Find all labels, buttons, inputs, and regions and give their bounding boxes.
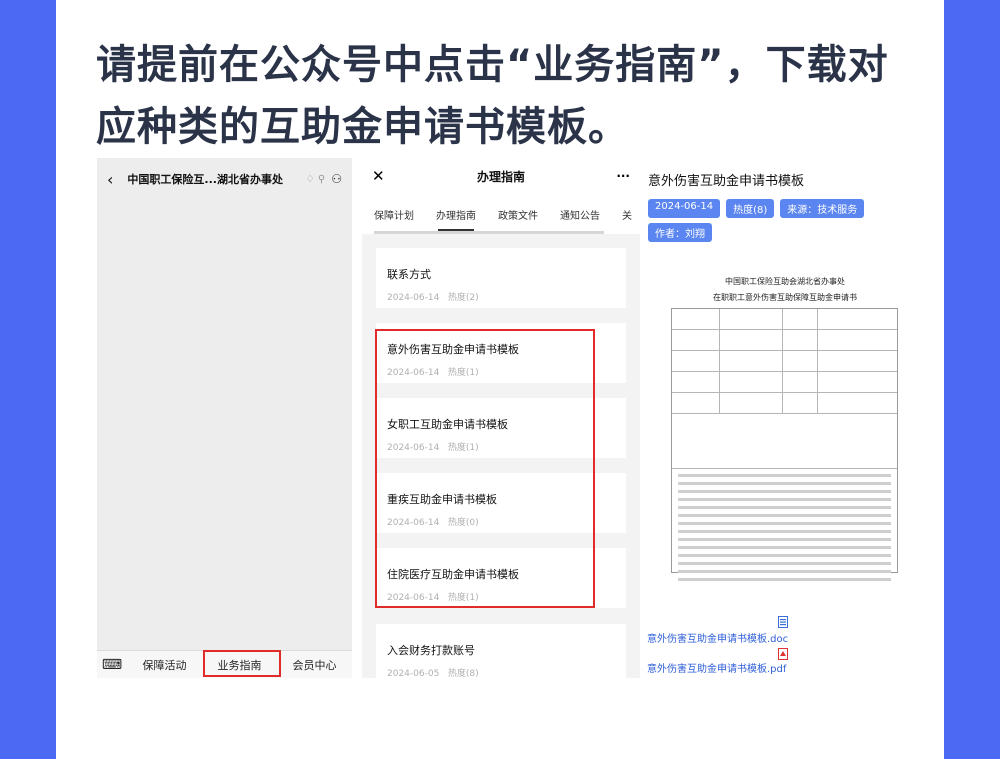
article-title: 意外伤害互助金申请书模板: [648, 174, 805, 189]
list-item[interactable]: 女职工互助金申请书模板 2024-06-14 热度(1): [376, 398, 626, 458]
menu-item-activities[interactable]: 保障活动: [127, 657, 202, 673]
list-item[interactable]: 住院医疗互助金申请书模板 2024-06-14 热度(1): [376, 548, 626, 608]
item-title: 住院医疗互助金申请书模板: [387, 568, 519, 581]
author-tag: 作者：刘翔: [648, 223, 712, 242]
date-tag: 2024-06-14: [648, 199, 721, 218]
item-heat: 热度(1): [447, 443, 479, 453]
list-item[interactable]: 意外伤害互助金申请书模板 2024-06-14 热度(1): [376, 323, 626, 383]
tab-policy[interactable]: 政策文件: [498, 207, 538, 222]
list-item[interactable]: 入会财务打款账号 2024-06-05 热度(8): [376, 624, 626, 678]
form-organization: 中国职工保险互助会湖北省办事处: [725, 277, 845, 286]
tab-guide[interactable]: 办理指南: [436, 207, 476, 231]
doc-download-link[interactable]: 意外伤害互助金申请书模板.doc: [647, 630, 788, 645]
tab-notice[interactable]: 通知公告: [560, 207, 600, 222]
item-heat: 热度(8): [447, 669, 479, 678]
tab-scrollbar[interactable]: [374, 231, 604, 234]
item-title: 联系方式: [387, 268, 431, 281]
item-date: 2024-06-14: [387, 368, 440, 378]
item-date: 2024-06-14: [387, 293, 440, 303]
guide-header: ✕ 办理指南 ···: [362, 158, 640, 194]
template-article: 意外伤害互助金申请书模板 2024-06-14 热度(8) 来源：技术服务 作者…: [640, 158, 910, 678]
profile-icon[interactable]: ⚇: [331, 172, 342, 186]
menu-item-guide[interactable]: 业务指南: [202, 657, 277, 673]
tab-more[interactable]: 关: [622, 207, 632, 222]
pdf-download-link[interactable]: 意外伤害互助金申请书模板.pdf: [647, 660, 786, 675]
pdf-file-icon: [778, 648, 788, 660]
more-icon[interactable]: ···: [600, 169, 630, 183]
item-heat: 热度(2): [447, 293, 479, 303]
official-account-screen: ‹ 中国职工保险互...湖北省办事处 ♢ ⚲ ⚇ ⌨ 保障活动 业务指南 会员中…: [97, 158, 352, 678]
item-title: 女职工互助金申请书模板: [387, 418, 508, 431]
item-heat: 热度(1): [447, 368, 479, 378]
menu-item-member[interactable]: 会员中心: [277, 657, 352, 673]
item-heat: 热度(0): [447, 518, 479, 528]
list-item[interactable]: 重疾互助金申请书模板 2024-06-14 热度(0): [376, 473, 626, 533]
item-date: 2024-06-14: [387, 518, 440, 528]
application-form-preview: [671, 308, 898, 581]
item-date: 2024-06-05: [387, 669, 440, 678]
mute-icon: ♢ ⚲: [305, 173, 326, 185]
keyboard-icon[interactable]: ⌨: [97, 657, 127, 673]
guide-list-screen: ✕ 办理指南 ··· 保障计划 办理指南 政策文件 通知公告 关 联系方式 20…: [362, 158, 640, 678]
item-heat: 热度(1): [447, 593, 479, 603]
guide-tabs: 保障计划 办理指南 政策文件 通知公告 关: [362, 194, 640, 234]
item-title: 入会财务打款账号: [387, 644, 475, 657]
headline: 请提前在公众号中点击“业务指南”，下载对应种类的互助金申请书模板。: [96, 42, 889, 150]
account-title: 中国职工保险互...湖北省办事处: [127, 173, 283, 186]
article-tags: 2024-06-14 热度(8) 来源：技术服务 作者：刘翔: [648, 199, 888, 242]
account-menu: ⌨ 保障活动 业务指南 会员中心: [97, 650, 352, 678]
list-item[interactable]: 联系方式 2024-06-14 热度(2): [376, 248, 626, 308]
guide-title: 办理指南: [476, 169, 525, 184]
chat-header: ‹ 中国职工保险互...湖北省办事处 ♢ ⚲ ⚇: [97, 158, 352, 200]
close-icon[interactable]: ✕: [372, 167, 402, 185]
back-icon[interactable]: ‹: [107, 170, 113, 189]
item-title: 重疾互助金申请书模板: [387, 493, 497, 506]
item-date: 2024-06-14: [387, 443, 440, 453]
source-tag: 来源：技术服务: [780, 199, 865, 218]
doc-file-icon: [778, 616, 788, 628]
heat-tag: 热度(8): [726, 199, 775, 218]
form-title: 在职职工意外伤害互助保障互助金申请书: [713, 293, 857, 302]
item-date: 2024-06-14: [387, 593, 440, 603]
item-title: 意外伤害互助金申请书模板: [387, 343, 519, 356]
tab-plan[interactable]: 保障计划: [374, 207, 414, 222]
